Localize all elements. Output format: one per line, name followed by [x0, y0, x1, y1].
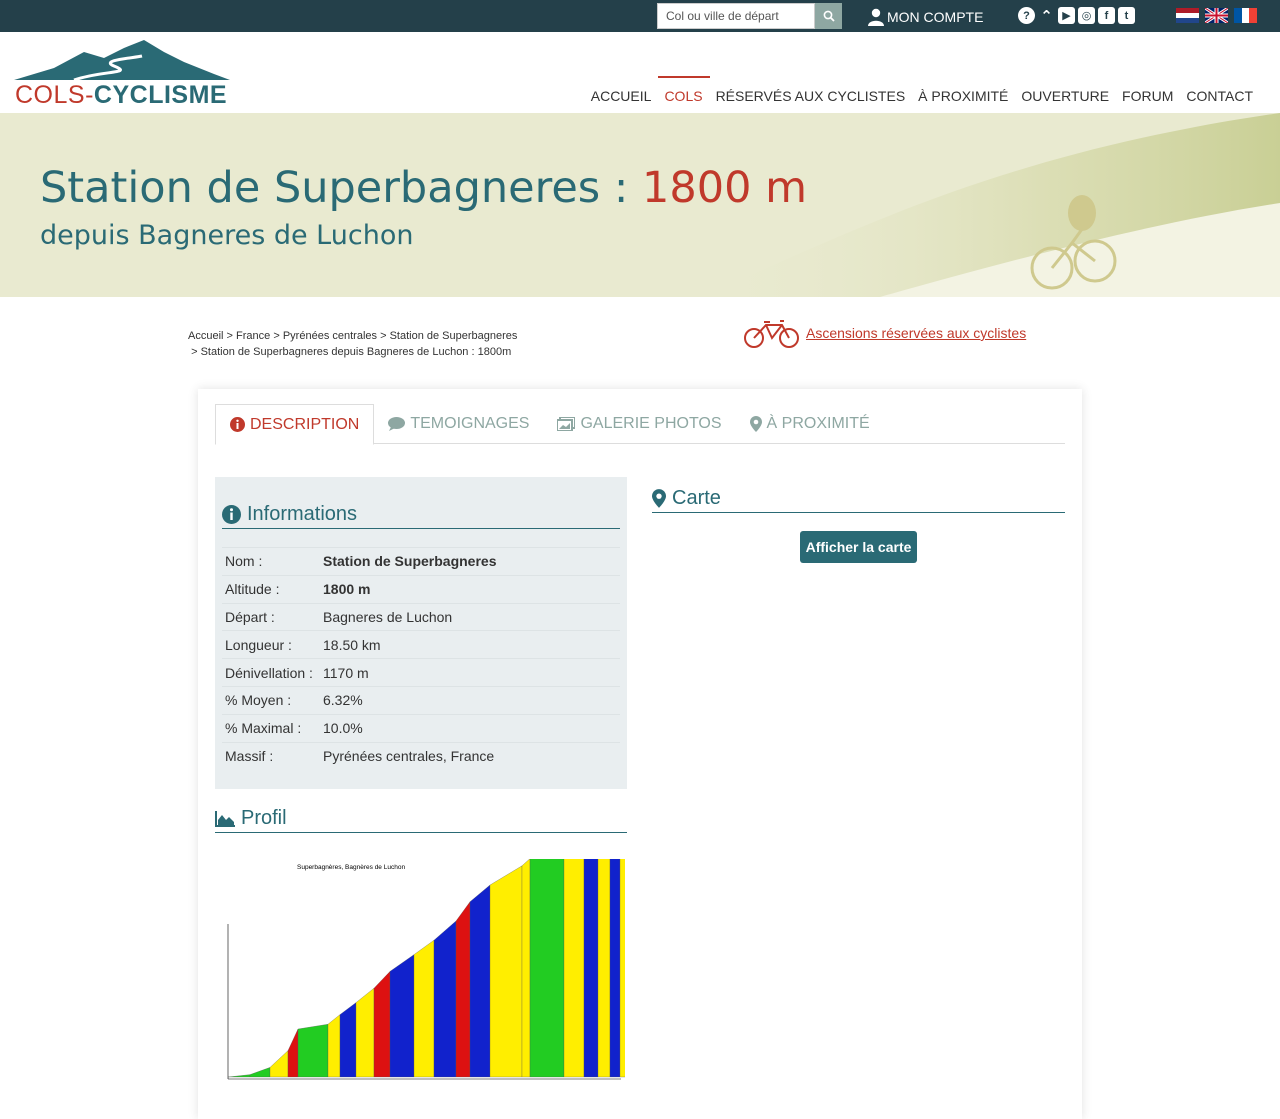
info-row-depart: Départ : Bagneres de Luchon [222, 602, 620, 631]
informations-title: Informations [222, 503, 620, 529]
site-header: COLS-CYCLISME ACCUEIL COLS RÉSERVÉS AUX … [0, 32, 1280, 113]
account-label: MON COMPTE [887, 9, 984, 25]
nav-proximite[interactable]: À PROXIMITÉ [912, 76, 1015, 104]
profile-chart-title: Superbagnères, Bagnères de Luchon [297, 864, 405, 871]
info-icon [230, 417, 245, 432]
search-icon [823, 10, 835, 22]
nav-contact[interactable]: CONTACT [1180, 76, 1260, 104]
breadcrumb: Accueil > France > Pyrénées centrales > … [188, 330, 518, 358]
facebook-icon[interactable]: f [1098, 7, 1115, 24]
twitter-icon[interactable]: t [1118, 7, 1135, 24]
tab-a-proximite[interactable]: À PROXIMITÉ [736, 404, 884, 444]
tabs: DESCRIPTION TEMOIGNAGES GALERIE PHOTOS À… [215, 404, 1065, 445]
info-row-nom: Nom : Station de Superbagneres [222, 547, 620, 575]
reserved-cyclists-link[interactable]: Ascensions réservées aux cyclistes [806, 325, 1026, 341]
map-marker-icon [749, 416, 762, 432]
breadcrumb-item[interactable]: France [236, 330, 270, 342]
search-input[interactable] [657, 3, 815, 29]
photos-icon [557, 417, 576, 431]
page-banner: Station de Superbagneres : 1800 m depuis… [0, 113, 1280, 297]
nav-ouverture[interactable]: OUVERTURE [1015, 76, 1116, 104]
informations-panel: Informations Nom : Station de Superbagner… [215, 477, 627, 789]
user-icon [868, 8, 884, 26]
comment-icon [388, 417, 406, 431]
profile-bars [227, 757, 647, 1078]
search-button[interactable] [815, 3, 842, 29]
tab-galerie-photos[interactable]: GALERIE PHOTOS [543, 404, 735, 444]
show-map-button[interactable]: Afficher la carte [800, 531, 917, 563]
reserved-link-block: Ascensions réservées aux cyclistes [742, 317, 1026, 349]
info-row-altitude: Altitude :1800 m [222, 574, 620, 603]
info-row-moyen: % Moyen :6.32% [222, 685, 620, 714]
instagram-icon[interactable]: ◎ [1078, 7, 1095, 24]
profil-title: Profil [215, 807, 627, 833]
info-row-denivellation: Dénivellation :1170 m [222, 658, 620, 686]
info-row-massif: Massif : Pyrénées centrales, France [222, 741, 620, 770]
main-nav: ACCUEIL COLS RÉSERVÉS AUX CYCLISTES À PR… [585, 76, 1260, 104]
breadcrumb-item[interactable]: Accueil [188, 330, 223, 342]
nav-cols[interactable]: COLS [658, 76, 710, 104]
carte-title: Carte [652, 487, 1065, 513]
logo-text: COLS-CYCLISME [15, 81, 228, 109]
social-links: ? ⌃ ▶ ◎ f t [1018, 7, 1135, 25]
breadcrumb-current: Station de Superbagneres depuis Bagneres… [200, 346, 512, 358]
strava-icon[interactable]: ⌃ [1038, 7, 1055, 25]
page-subtitle: depuis Bagneres de Luchon [40, 220, 414, 251]
info-row-maximal: % Maximal :10.0% [222, 713, 620, 742]
nav-forum[interactable]: FORUM [1116, 76, 1180, 104]
content-card: DESCRIPTION TEMOIGNAGES GALERIE PHOTOS À… [198, 389, 1082, 1119]
language-switcher [1176, 8, 1257, 23]
informations-table: Nom : Station de Superbagneres Altitude :… [222, 547, 620, 769]
nav-reserves[interactable]: RÉSERVÉS AUX CYCLISTES [710, 76, 913, 104]
area-chart-icon [215, 810, 235, 827]
account-link[interactable]: MON COMPTE [868, 6, 983, 28]
tab-description[interactable]: DESCRIPTION [215, 404, 375, 445]
info-row-longueur: Longueur :18.50 km [222, 630, 620, 658]
flag-nl-icon[interactable] [1176, 8, 1199, 23]
help-icon[interactable]: ? [1018, 7, 1035, 24]
logo-mountain-icon [14, 40, 230, 82]
elevation-profile-image: Superbagnères, Bagnères de Luchon [213, 757, 647, 1094]
bicycle-icon [744, 320, 799, 348]
youtube-icon[interactable]: ▶ [1058, 7, 1075, 24]
top-bar: MON COMPTE ? ⌃ ▶ ◎ f t [0, 0, 1280, 32]
info-icon [222, 505, 241, 524]
altitude-value: 1800 m [642, 163, 807, 213]
logo[interactable] [14, 38, 230, 85]
nav-accueil[interactable]: ACCUEIL [585, 76, 659, 104]
tab-temoignages[interactable]: TEMOIGNAGES [374, 404, 543, 444]
map-marker-icon [652, 489, 666, 508]
flag-uk-icon[interactable] [1205, 8, 1228, 23]
page-title: Station de Superbagneres : 1800 m [40, 163, 807, 213]
breadcrumb-item[interactable]: Station de Superbagneres [390, 330, 518, 342]
breadcrumb-item[interactable]: Pyrénées centrales [283, 330, 377, 342]
flag-fr-icon[interactable] [1234, 8, 1257, 23]
